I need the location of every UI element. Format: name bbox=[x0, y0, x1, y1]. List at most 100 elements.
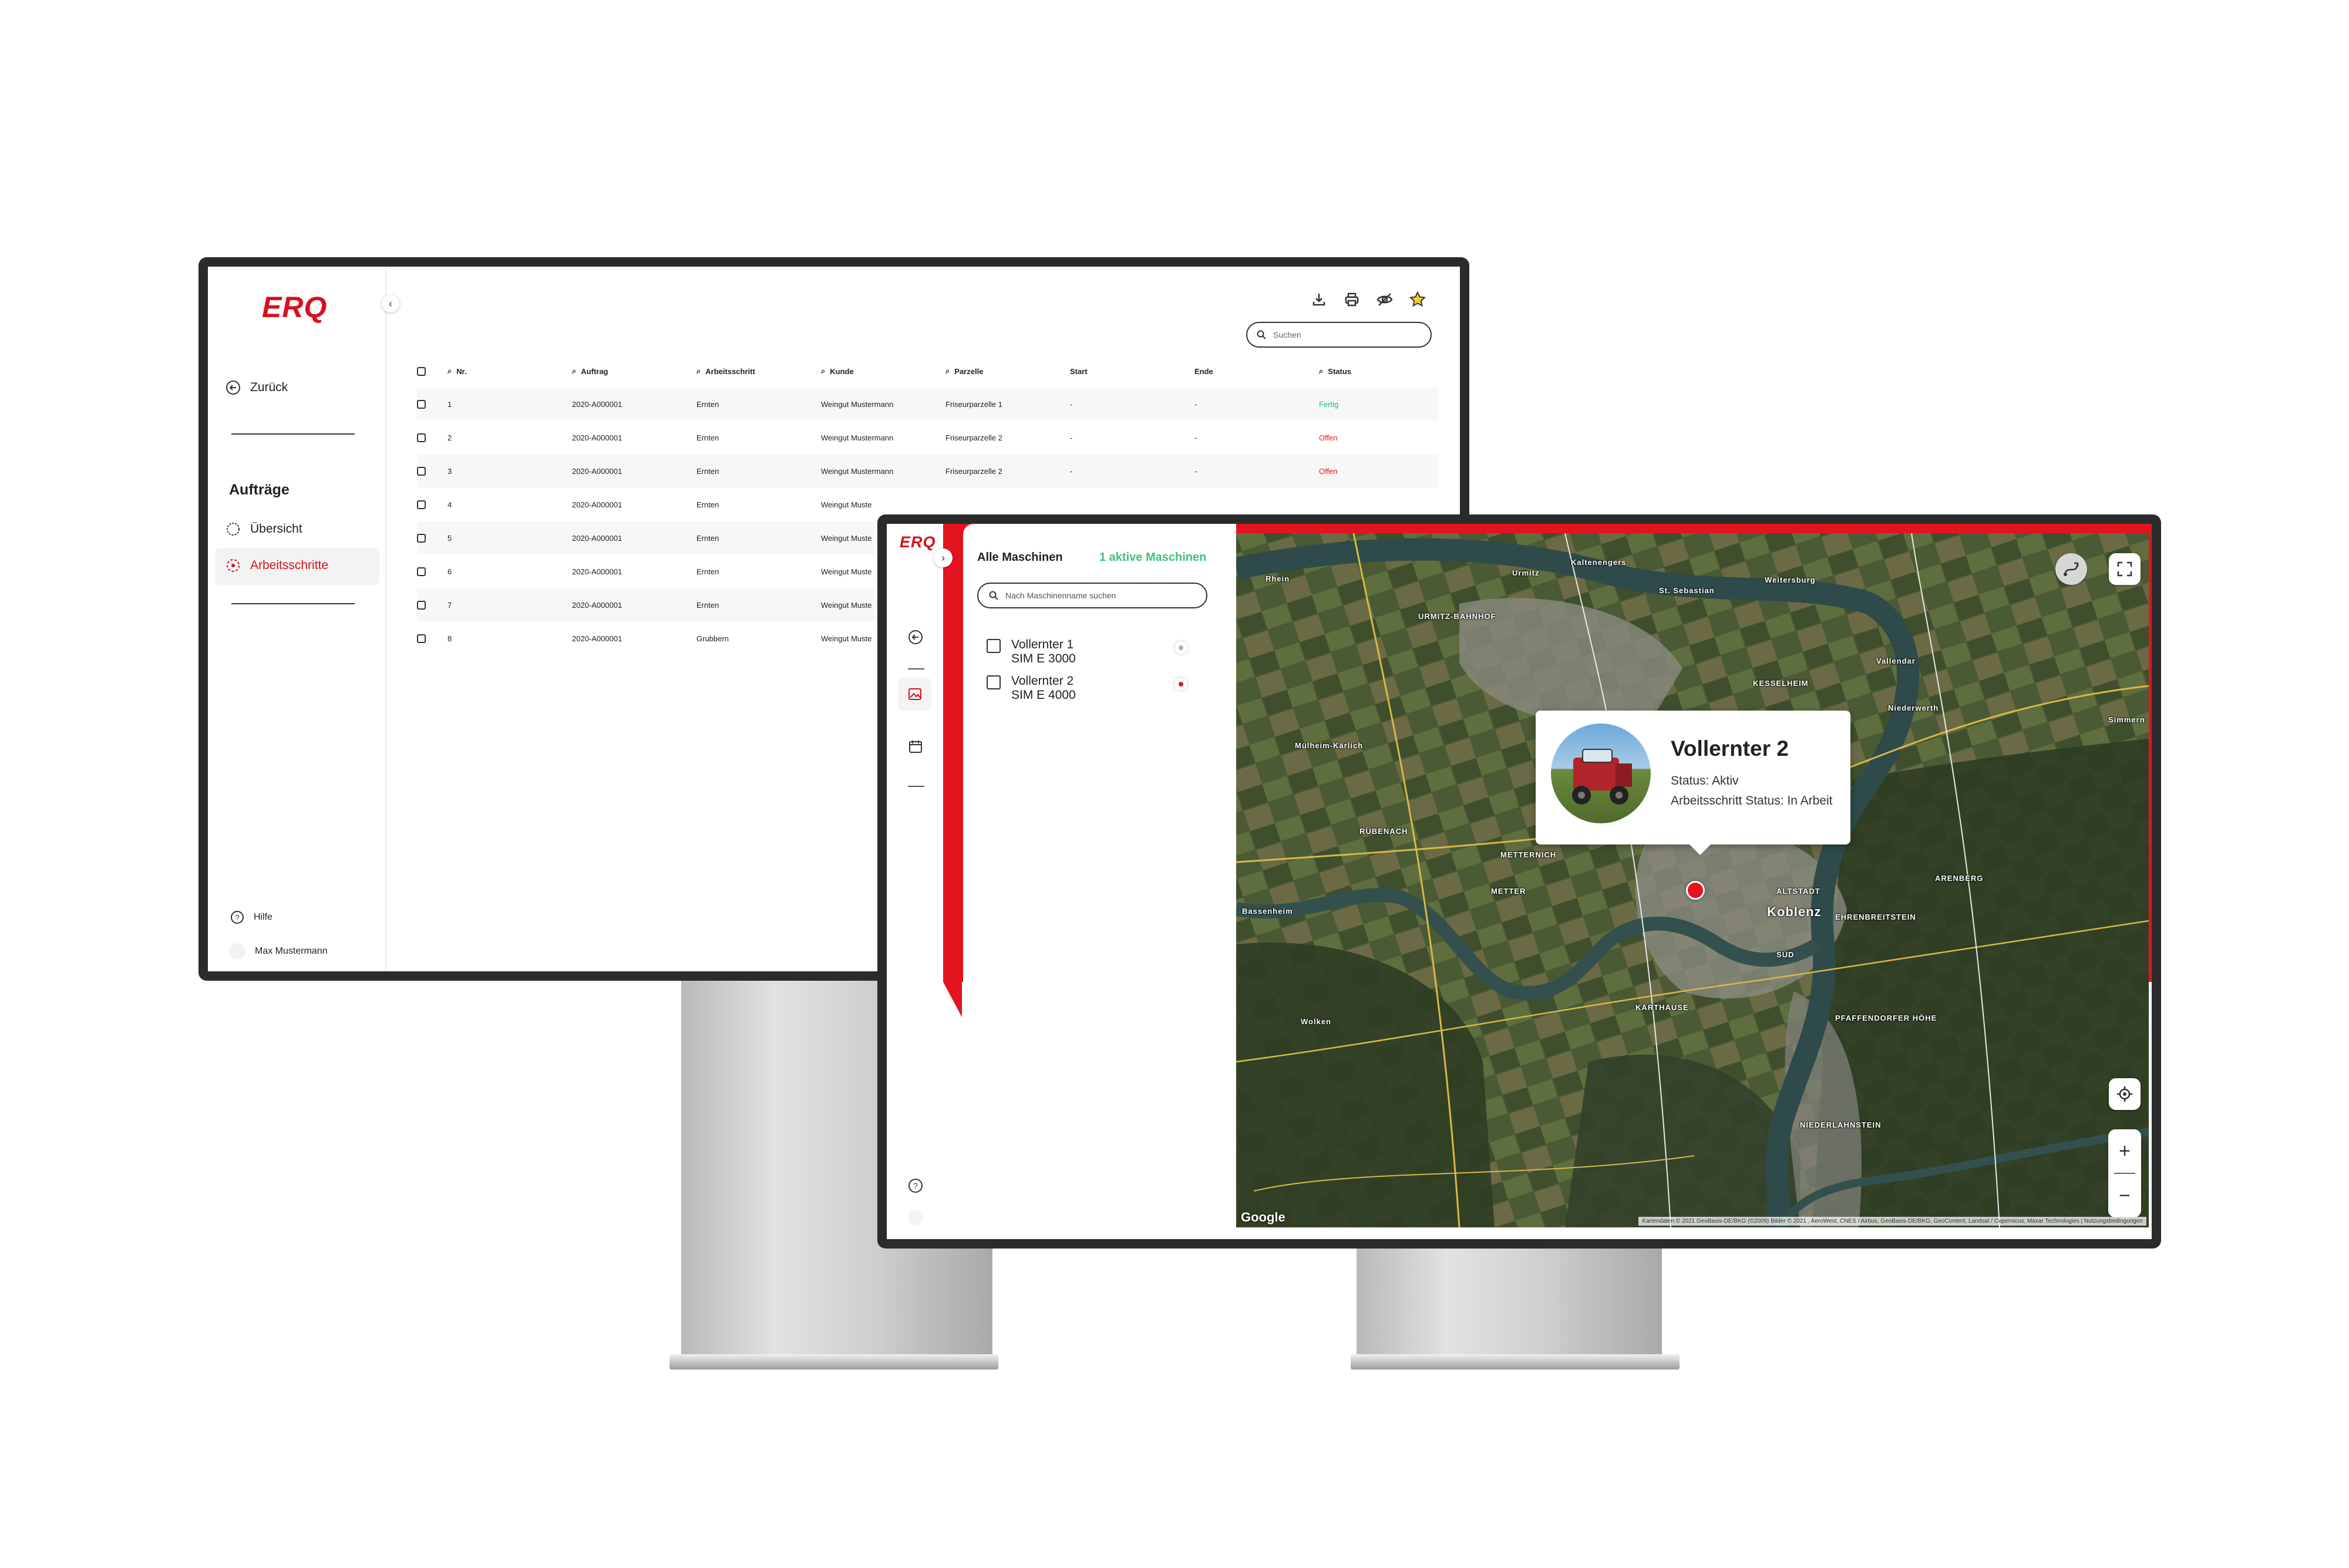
steps-label: Arbeitsschritte bbox=[250, 558, 329, 572]
cell-nr: 4 bbox=[447, 500, 452, 509]
zoom-control: + − bbox=[2108, 1129, 2141, 1217]
locate-icon[interactable] bbox=[2109, 1078, 2141, 1110]
table-row[interactable]: 1 2020-A000001 Ernten Weingut Mustermann Fri… bbox=[417, 388, 1439, 420]
map-place-label: Koblenz bbox=[1767, 904, 1822, 919]
column-header[interactable]: ⌕ Nr. bbox=[447, 355, 467, 388]
machine-name: Vollernter 1 bbox=[1011, 638, 1074, 651]
machine-checkbox[interactable] bbox=[987, 675, 1001, 689]
table-row[interactable]: 3 2020-A000001 Ernten Weingut Mustermann Fri… bbox=[417, 455, 1439, 487]
machine-search-input[interactable]: Nach Maschinenname suchen bbox=[977, 583, 1207, 608]
map-attribution[interactable]: Kartendaten © 2021 GeoBasis-DE/BKG (©200… bbox=[1638, 1217, 2146, 1226]
cell-kunde: Weingut Muste bbox=[821, 533, 872, 543]
star-icon[interactable] bbox=[1408, 290, 1427, 309]
popup-step-status: Arbeitsschritt Status: In Arbeit bbox=[1671, 794, 1833, 807]
popup-title: Vollernter 2 bbox=[1671, 736, 1789, 761]
cell-schritt: Ernten bbox=[696, 500, 719, 509]
column-header[interactable]: ⌕ Parzelle bbox=[945, 355, 983, 388]
svg-text:?: ? bbox=[913, 1181, 918, 1190]
search-input[interactable]: Suchen bbox=[1246, 322, 1432, 348]
machine-marker[interactable] bbox=[1686, 881, 1705, 900]
monitor2: ERQ ? › Alle Maschinen 1 aktive Maschine… bbox=[877, 514, 2161, 1249]
satellite-map[interactable]: Rhein Urmitz Kaltenengers St. Sebastian URMI… bbox=[1236, 533, 2149, 1227]
overview-label: Übersicht bbox=[250, 522, 302, 536]
select-all-checkbox[interactable] bbox=[417, 366, 426, 376]
column-header[interactable]: Ende bbox=[1194, 355, 1213, 388]
erq-logo: ERQ bbox=[262, 291, 328, 324]
help-circle-icon[interactable]: ? bbox=[906, 1176, 926, 1196]
section-title: Aufträge bbox=[229, 482, 290, 498]
cell-schritt: Ernten bbox=[696, 466, 719, 476]
toolbar bbox=[1310, 290, 1427, 309]
erq-logo: ERQ bbox=[900, 533, 936, 551]
column-header[interactable]: ⌕ Kunde bbox=[821, 355, 854, 388]
help-circle-icon: ? bbox=[230, 910, 244, 924]
column-header[interactable]: ⌕ Auftrag bbox=[572, 355, 608, 388]
map-place-label: Weitersburg bbox=[1765, 576, 1816, 584]
sidebar: ERQ Zurück Aufträge Übersicht Arbeitssch… bbox=[208, 267, 386, 971]
search-icon bbox=[989, 591, 998, 600]
table-row[interactable]: 2 2020-A000001 Ernten Weingut Mustermann Fri… bbox=[417, 421, 1439, 454]
cell-start: - bbox=[1070, 466, 1073, 476]
divider bbox=[908, 668, 924, 669]
row-checkbox[interactable] bbox=[417, 634, 426, 643]
sidebar-collapse-button[interactable]: ‹ bbox=[382, 295, 399, 312]
calendar-icon[interactable] bbox=[906, 736, 926, 756]
fullscreen-icon[interactable] bbox=[2109, 553, 2141, 585]
map-place-label: Rhein bbox=[1266, 574, 1290, 583]
cell-kunde: Weingut Muste bbox=[821, 567, 872, 576]
visibility-off-icon[interactable] bbox=[1375, 290, 1394, 309]
map-place-label: Kaltenengers bbox=[1571, 558, 1627, 567]
row-checkbox[interactable] bbox=[417, 567, 426, 576]
sidebar-item-overview[interactable]: Übersicht bbox=[226, 521, 302, 537]
sidebar-item-steps[interactable]: Arbeitsschritte bbox=[226, 558, 328, 573]
download-icon[interactable] bbox=[1310, 290, 1328, 309]
back-label: Zurück bbox=[250, 381, 288, 394]
search-icon: ⌕ bbox=[1319, 366, 1324, 375]
machine-model: SIM E 3000 bbox=[1011, 652, 1076, 665]
table-header: ⌕ Nr. ⌕ Auftrag ⌕ Arbeitsschritt ⌕ Kunde ⌕ Pa… bbox=[417, 355, 1439, 388]
svg-text:?: ? bbox=[235, 913, 239, 922]
row-checkbox[interactable] bbox=[417, 433, 426, 442]
cell-schritt: Ernten bbox=[696, 433, 719, 442]
map-place-label: ALTSTADT bbox=[1776, 887, 1820, 896]
row-checkbox[interactable] bbox=[417, 399, 426, 409]
column-header[interactable]: Start bbox=[1070, 355, 1088, 388]
map-place-label: ARENBERG bbox=[1935, 874, 1984, 883]
cell-parzelle: Friseurparzelle 2 bbox=[945, 433, 1002, 442]
avatar[interactable] bbox=[908, 1210, 923, 1225]
cell-nr: 8 bbox=[447, 634, 452, 643]
machine-text: Vollernter 2 SIM E 4000 bbox=[1011, 674, 1076, 702]
back-link[interactable]: Zurück bbox=[226, 380, 288, 395]
cell-nr: 1 bbox=[447, 399, 452, 409]
panel-expand-button[interactable]: › bbox=[934, 549, 953, 567]
back-icon[interactable] bbox=[906, 627, 926, 647]
row-checkbox[interactable] bbox=[417, 600, 426, 610]
help-link[interactable]: ? Hilfe bbox=[230, 910, 272, 924]
row-checkbox[interactable] bbox=[417, 500, 426, 509]
machines-map-screen: ERQ ? › Alle Maschinen 1 aktive Maschine… bbox=[887, 524, 2152, 1239]
route-icon[interactable] bbox=[2055, 553, 2087, 585]
cell-start: - bbox=[1070, 399, 1073, 409]
user-profile[interactable]: Max Mustermann bbox=[229, 943, 328, 960]
cell-kunde: Weingut Muste bbox=[821, 634, 872, 643]
column-header[interactable]: ⌕ Status bbox=[1319, 355, 1351, 388]
machine-checkbox[interactable] bbox=[987, 639, 1001, 653]
cell-schritt: Ernten bbox=[696, 567, 719, 576]
cell-schritt: Grubbern bbox=[696, 634, 729, 643]
zoom-out-button[interactable]: − bbox=[2108, 1175, 2141, 1216]
machine-list-item[interactable]: Vollernter 2 SIM E 4000 bbox=[987, 674, 1076, 702]
map-place-label: KESSELHEIM bbox=[1753, 679, 1809, 688]
print-icon[interactable] bbox=[1342, 290, 1361, 309]
map-image-icon[interactable] bbox=[898, 678, 931, 711]
map-place-label: Vallendar bbox=[1876, 657, 1916, 665]
column-header[interactable]: ⌕ Arbeitsschritt bbox=[696, 355, 755, 388]
cell-ende: - bbox=[1194, 466, 1197, 476]
row-checkbox[interactable] bbox=[417, 466, 426, 476]
cell-kunde: Weingut Mustermann bbox=[821, 433, 894, 442]
active-machines-count: 1 aktive Maschinen bbox=[1099, 551, 1207, 564]
help-label: Hilfe bbox=[254, 912, 273, 922]
machine-status-dot-active bbox=[1174, 678, 1187, 691]
machine-list-item[interactable]: Vollernter 1 SIM E 3000 bbox=[987, 638, 1076, 666]
row-checkbox[interactable] bbox=[417, 533, 426, 543]
zoom-in-button[interactable]: + bbox=[2108, 1130, 2141, 1172]
